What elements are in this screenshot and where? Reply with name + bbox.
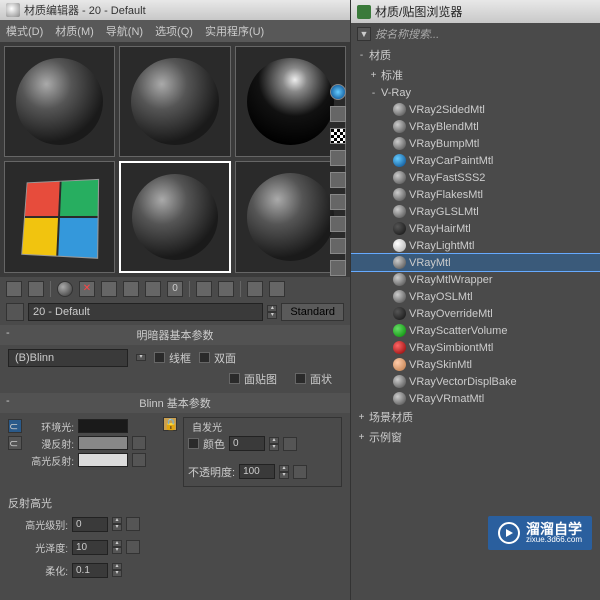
preview-icon[interactable] (330, 194, 346, 210)
material-slot[interactable] (4, 46, 115, 157)
specular-swatch[interactable] (78, 453, 128, 467)
tree-vray-item[interactable]: VRayBlendMtl (351, 118, 600, 135)
material-browser-panel: 材质/贴图浏览器 ▼ 按名称搜索... -材质 +标准 -V-Ray VRay2… (350, 0, 600, 600)
get-material-icon[interactable] (6, 281, 22, 297)
browser-icon (357, 5, 371, 19)
app-icon (6, 3, 20, 17)
watermark: 溜溜自学 zixue.3d66.com (488, 516, 592, 550)
menu-util[interactable]: 实用程序(U) (205, 23, 264, 39)
tree-standard[interactable]: +标准 (351, 65, 600, 85)
material-type-button[interactable]: Standard (281, 303, 344, 321)
tree-vray-item[interactable]: VRayFastSSS2 (351, 169, 600, 186)
diffuse-swatch[interactable] (78, 436, 128, 450)
browser-titlebar: 材质/贴图浏览器 (351, 0, 600, 23)
collapse-icon[interactable]: - (6, 395, 10, 407)
tree-vray-item[interactable]: VRayLightMtl (351, 237, 600, 254)
reset-icon[interactable]: ✕ (79, 281, 95, 297)
material-name-row: ▴▾ Standard (0, 301, 350, 323)
menu-material[interactable]: 材质(M) (55, 23, 94, 39)
self-illum-spinner[interactable] (229, 436, 265, 451)
tree-vray-item[interactable]: VRayOSLMtl (351, 288, 600, 305)
diffuse-map-icon[interactable] (132, 436, 146, 450)
slot-side-toolbar (330, 84, 348, 276)
material-slot[interactable] (119, 46, 230, 157)
assign-icon[interactable] (57, 281, 73, 297)
tree-vray-item[interactable]: VRayCarPaintMtl (351, 152, 600, 169)
tree-vray-item[interactable]: VRayOverrideMtl (351, 305, 600, 322)
window-titlebar: 材质编辑器 - 20 - Default (0, 0, 350, 20)
shader-dropdown[interactable]: (B)Blinn (8, 349, 128, 367)
select-by-mat-icon[interactable] (330, 238, 346, 254)
opacity-spinner[interactable] (239, 464, 275, 479)
go-parent-icon[interactable] (247, 281, 263, 297)
menu-options[interactable]: 选项(Q) (155, 23, 193, 39)
shader-basic-section: -明暗器基本参数 (B)Blinn ▾ 线框 双面 面贴图 面状 (0, 325, 350, 391)
spec-level-spinner[interactable] (72, 517, 108, 532)
window-title: 材质编辑器 - 20 - Default (24, 2, 146, 18)
tree-vray-item-selected[interactable]: VRayMtl (351, 254, 600, 271)
sample-type-icon[interactable] (330, 84, 346, 100)
material-id-icon[interactable]: 0 (167, 281, 183, 297)
video-check-icon[interactable] (330, 172, 346, 188)
make-unique-icon[interactable] (123, 281, 139, 297)
put-library-icon[interactable] (145, 281, 161, 297)
tree-vray[interactable]: -V-Ray (351, 85, 600, 101)
tree-vray-item[interactable]: VRay2SidedMtl (351, 101, 600, 118)
lock-diffuse-icon[interactable]: ⊂ (8, 436, 22, 450)
lock-ambient-icon[interactable]: ⊂ (8, 419, 22, 433)
material-editor-panel: 材质编辑器 - 20 - Default 模式(D) 材质(M) 导航(N) 选… (0, 0, 350, 600)
show-map-icon[interactable] (196, 281, 212, 297)
menu-bar: 模式(D) 材质(M) 导航(N) 选项(Q) 实用程序(U) (0, 20, 350, 42)
backlight-icon[interactable] (330, 106, 346, 122)
material-slots (0, 42, 350, 277)
menu-mode[interactable]: 模式(D) (6, 23, 43, 39)
tree-vray-item[interactable]: VRayVRmatMtl (351, 390, 600, 407)
soften-spinner[interactable] (72, 563, 108, 578)
options-icon[interactable] (330, 216, 346, 232)
two-sided-checkbox[interactable] (199, 352, 210, 363)
tree-vray-item[interactable]: VRayGLSLMtl (351, 203, 600, 220)
play-icon (498, 522, 520, 544)
self-illum-checkbox[interactable] (188, 438, 199, 449)
specular-map-icon[interactable] (132, 453, 146, 467)
tree-root-materials[interactable]: -材质 (351, 45, 600, 65)
opacity-map-icon[interactable] (293, 465, 307, 479)
copy-icon[interactable] (101, 281, 117, 297)
self-illum-map-icon[interactable] (283, 437, 297, 451)
collapse-icon[interactable]: - (6, 327, 10, 339)
face-map-checkbox[interactable] (229, 373, 240, 384)
tree-vray-item[interactable]: VRayBumpMtl (351, 135, 600, 152)
blinn-basic-section: -Blinn 基本参数 ⊂环境光: ⊂漫反射: 高光反射: 🔒 自发光 颜色▴▾… (0, 393, 350, 584)
material-toolbar: ✕ 0 (0, 277, 350, 301)
tree-vray-item[interactable]: VRayHairMtl (351, 220, 600, 237)
tree-sample-window[interactable]: +示例窗 (351, 427, 600, 447)
put-to-scene-icon[interactable] (28, 281, 44, 297)
search-input[interactable]: 按名称搜索... (375, 26, 439, 42)
tree-vray-item[interactable]: VRayVectorDisplBake (351, 373, 600, 390)
go-forward-icon[interactable] (269, 281, 285, 297)
tree-vray-item[interactable]: VRayFlakesMtl (351, 186, 600, 203)
tree-scene-materials[interactable]: +场景材质 (351, 407, 600, 427)
tree-vray-item[interactable]: VRayMtlWrapper (351, 271, 600, 288)
material-name-input[interactable] (28, 303, 263, 321)
menu-navigate[interactable]: 导航(N) (106, 23, 143, 39)
slot-count-icon[interactable] (330, 260, 346, 276)
material-slot-selected[interactable] (119, 161, 230, 272)
material-slot[interactable] (4, 161, 115, 272)
tree-vray-item[interactable]: VRaySkinMtl (351, 356, 600, 373)
background-icon[interactable] (330, 128, 346, 144)
show-end-icon[interactable] (218, 281, 234, 297)
gloss-map-icon[interactable] (126, 540, 140, 554)
ambient-swatch[interactable] (78, 419, 128, 433)
gloss-spinner[interactable] (72, 540, 108, 555)
tree-vray-item[interactable]: VRayScatterVolume (351, 322, 600, 339)
search-options-icon[interactable]: ▼ (357, 27, 371, 41)
eyedropper-icon[interactable] (6, 303, 24, 321)
lock-icon[interactable]: 🔒 (163, 417, 177, 431)
faceted-checkbox[interactable] (295, 373, 306, 384)
wire-checkbox[interactable] (154, 352, 165, 363)
tree-vray-item[interactable]: VRaySimbiontMtl (351, 339, 600, 356)
sample-uv-icon[interactable] (330, 150, 346, 166)
spec-level-map-icon[interactable] (126, 517, 140, 531)
